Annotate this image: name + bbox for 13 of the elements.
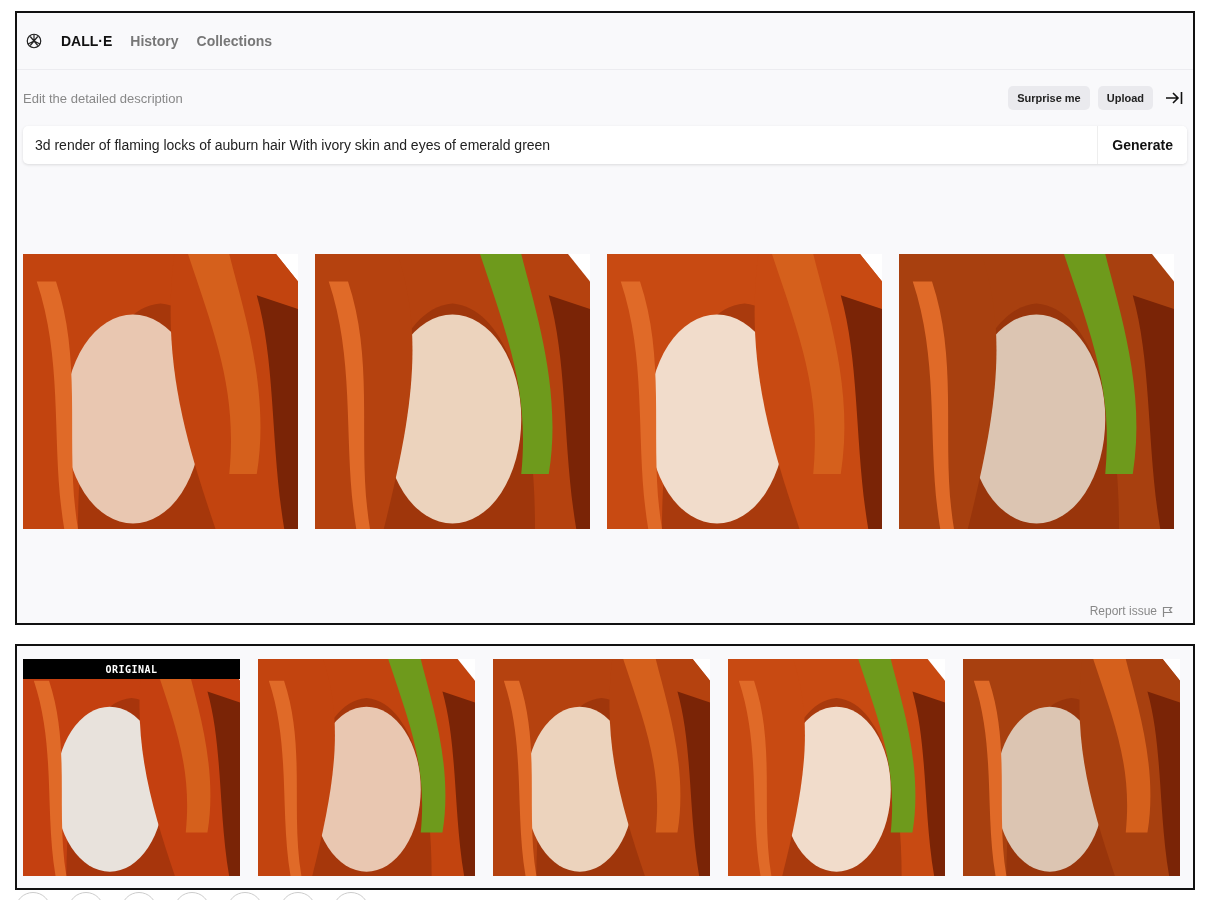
action-button[interactable]: Upload: [1097, 86, 1153, 110]
action-button[interactable]: Surprise me: [1008, 86, 1090, 110]
nav-link[interactable]: DALL·E: [61, 33, 113, 49]
prompt-field[interactable]: 3d render of flaming locks of auburn hair With ivory skin and eyes of emerald green Generate: [23, 126, 1187, 164]
nav-link[interactable]: History: [130, 33, 179, 49]
flag-icon[interactable]: [1162, 605, 1173, 617]
prompt-label: Edit the detailed description: [23, 90, 183, 106]
nav-link[interactable]: Collections: [196, 33, 273, 49]
logo-icon[interactable]: [25, 32, 43, 50]
original-badge: ORIGINAL: [23, 659, 240, 679]
report-link[interactable]: Report issue: [1089, 604, 1157, 618]
collapse-icon[interactable]: [1165, 91, 1183, 105]
generate-button[interactable]: Generate: [1097, 126, 1187, 164]
